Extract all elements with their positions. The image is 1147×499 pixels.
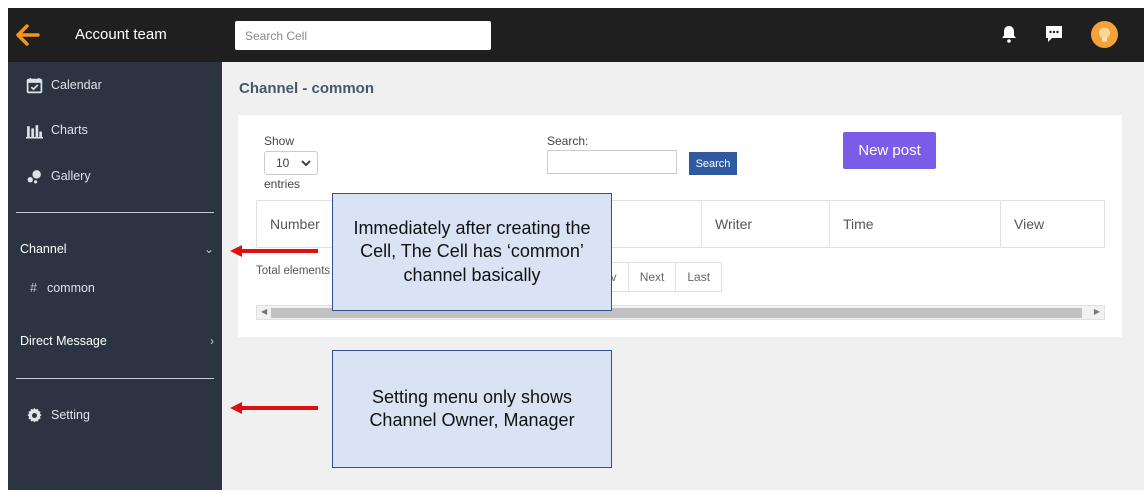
new-post-button[interactable]: New post [843, 132, 936, 169]
lightbulb-icon [1099, 27, 1110, 42]
entries-select[interactable]: 10 [264, 151, 318, 175]
search-button[interactable]: Search [689, 152, 737, 175]
sidebar-section-direct-message[interactable]: Direct Message › [20, 330, 214, 352]
annotation-arrow-setting [230, 402, 318, 414]
column-header-view[interactable]: View [1000, 201, 1104, 247]
sidebar-item-label: Setting [51, 408, 90, 422]
sidebar-item-label: Gallery [51, 169, 91, 183]
page-title: Channel - common [239, 80, 375, 97]
pagination-last[interactable]: Last [675, 263, 721, 291]
column-header-writer[interactable]: Writer [701, 201, 829, 247]
pagination-next[interactable]: Next [627, 263, 676, 291]
bar-chart-icon [26, 124, 43, 138]
show-label: Show [264, 134, 295, 148]
back-arrow-icon[interactable] [16, 24, 40, 46]
sidebar-item-charts[interactable]: Charts [26, 119, 88, 141]
app-window: Account team Calendar Charts Gallery Cha… [8, 8, 1144, 490]
sidebar-divider [16, 212, 214, 213]
sidebar-item-label: Charts [51, 123, 88, 137]
gear-icon [27, 407, 42, 423]
sidebar-item-label: Calendar [51, 78, 102, 92]
bell-icon[interactable] [999, 24, 1019, 44]
section-label: Direct Message [20, 334, 107, 348]
topbar [222, 8, 1144, 62]
annotation-callout-channel: Immediately after creating the Cell, The… [332, 193, 612, 311]
avatar[interactable] [1091, 21, 1118, 48]
sidebar: Account team Calendar Charts Gallery Cha… [8, 8, 222, 490]
gallery-icon [27, 169, 41, 183]
section-label: Channel [20, 242, 67, 256]
total-elements-label: Total elements [256, 265, 331, 277]
calendar-icon [26, 77, 43, 93]
chat-icon[interactable] [1044, 24, 1064, 44]
hash-icon: # [30, 281, 37, 295]
entries-value: 10 [276, 156, 290, 170]
sidebar-item-calendar[interactable]: Calendar [26, 74, 102, 96]
annotation-arrow-channel [230, 245, 318, 257]
search-input[interactable] [547, 150, 677, 174]
scroll-left-icon[interactable]: ◀ [261, 307, 267, 316]
annotation-callout-setting: Setting menu only shows Channel Owner, M… [332, 350, 612, 468]
chevron-down-icon [301, 160, 311, 166]
sidebar-item-gallery[interactable]: Gallery [26, 165, 91, 187]
scroll-right-icon[interactable]: ▶ [1094, 307, 1100, 316]
search-label: Search: [547, 134, 589, 148]
sidebar-section-channel[interactable]: Channel ⌄ [20, 238, 214, 260]
sidebar-item-setting[interactable]: Setting [26, 404, 90, 426]
entries-label: entries [264, 177, 301, 191]
sidebar-divider [16, 378, 214, 379]
chevron-right-icon: › [210, 334, 214, 348]
search-cell-input[interactable] [235, 21, 491, 50]
chevron-down-icon: ⌄ [203, 242, 214, 256]
channel-label: common [46, 281, 95, 295]
sidebar-item-common[interactable]: # common [30, 281, 95, 295]
sidebar-header: Account team [8, 8, 222, 62]
app-title: Account team [75, 26, 167, 43]
column-header-time[interactable]: Time [829, 201, 1000, 247]
